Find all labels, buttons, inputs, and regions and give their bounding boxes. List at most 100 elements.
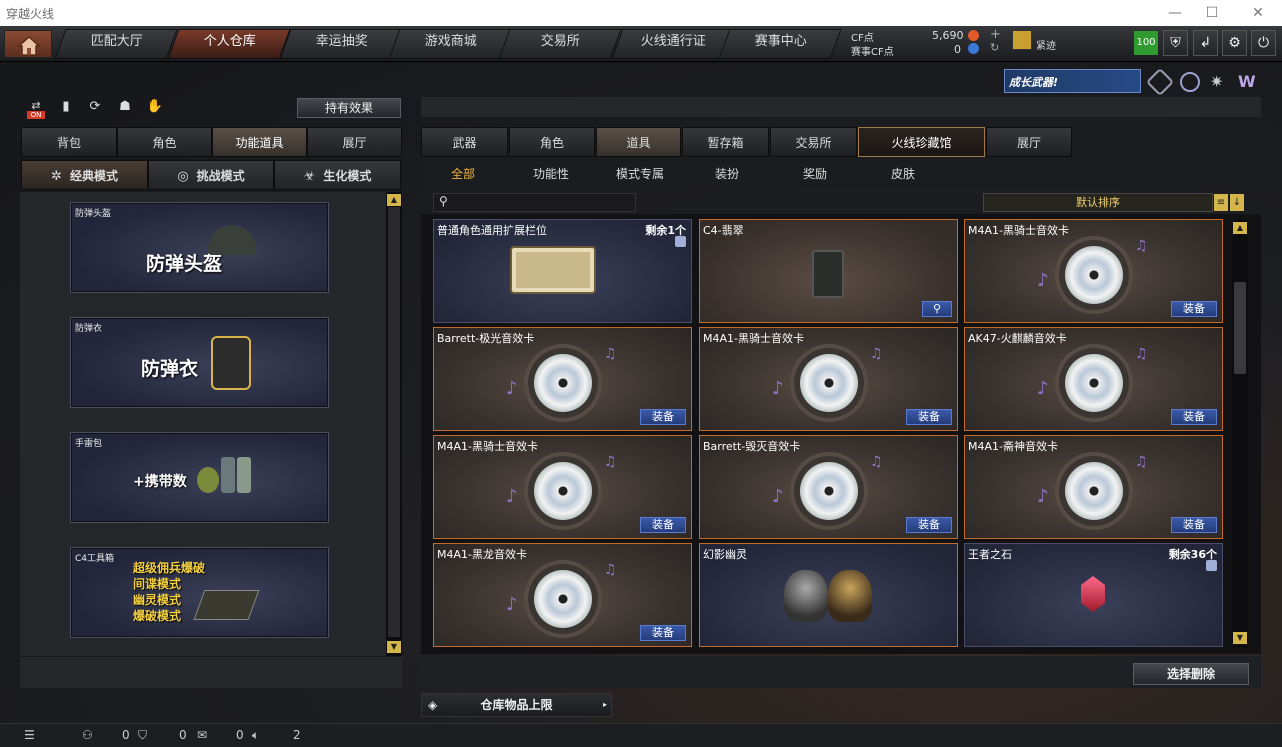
item-card[interactable]: 幻影幽灵 bbox=[699, 543, 958, 647]
minimize-button[interactable]: — bbox=[1165, 3, 1185, 23]
left-scroll-thumb[interactable] bbox=[388, 207, 400, 637]
burst-icon[interactable]: ✷ bbox=[1210, 72, 1230, 92]
promo-banner[interactable]: 成长武器! bbox=[1004, 69, 1141, 93]
refresh-button[interactable]: ↻ bbox=[990, 41, 999, 54]
equip-button[interactable]: 装备 bbox=[906, 517, 952, 533]
title-bar: 穿越火线 — ☐ ✕ bbox=[0, 0, 1282, 26]
right-scroll-up-icon[interactable]: ▲ bbox=[1233, 222, 1247, 234]
item-card[interactable]: 普通角色通用扩展栏位 剩余1个 bbox=[433, 219, 692, 323]
storage-limit-button[interactable]: ◈ 仓库物品上限 ▸ bbox=[421, 693, 612, 717]
equip-button[interactable]: 装备 bbox=[640, 409, 686, 425]
item-card[interactable]: M4A1-黑龙音效卡 ♪ ♫ 装备 bbox=[433, 543, 692, 647]
nav-tab[interactable]: 游戏商城 bbox=[388, 29, 512, 59]
trash-icon[interactable] bbox=[1206, 560, 1217, 571]
shield-icon[interactable]: ⛨ bbox=[1163, 30, 1188, 56]
clan-icon[interactable]: ⛉ bbox=[138, 728, 147, 743]
friends-icon[interactable]: ⚇ bbox=[82, 728, 93, 742]
nav-tab[interactable]: 幸运抽奖 bbox=[279, 29, 403, 59]
equip-button[interactable]: 装备 bbox=[1171, 517, 1217, 533]
nav-tab[interactable]: 交易所 bbox=[498, 29, 622, 59]
subtab[interactable]: 全部 bbox=[451, 165, 475, 182]
nav-tab-label: 赛事中心 bbox=[754, 34, 807, 49]
magnify-icon[interactable]: ⚲ bbox=[922, 301, 952, 317]
home-button[interactable] bbox=[4, 30, 52, 58]
item-card[interactable]: Barrett-极光音效卡 ♪ ♫ 装备 bbox=[433, 327, 692, 431]
power-icon[interactable]: ⏻ bbox=[1251, 30, 1276, 56]
w-logo-icon[interactable]: W bbox=[1238, 72, 1258, 92]
match-cf-value: 0 bbox=[954, 43, 961, 56]
right-tab[interactable]: 暂存箱 bbox=[682, 127, 769, 157]
left-tab[interactable]: 背包 bbox=[21, 127, 117, 157]
stats-icon[interactable]: ▮ bbox=[57, 99, 75, 117]
item-card[interactable]: AK47-火麒麟音效卡 ♪ ♫ 装备 bbox=[964, 327, 1223, 431]
item-name: M4A1-斋神音效卡 bbox=[968, 440, 1058, 453]
c4-card[interactable]: C4工具箱 超级佣兵爆破 间谍模式 幽灵模式 爆破模式 bbox=[70, 547, 329, 638]
grenade-card[interactable]: 手雷包 +携带数 bbox=[70, 432, 329, 523]
chat-icon[interactable]: ✉ bbox=[197, 728, 207, 742]
left-tab[interactable]: 功能道具 bbox=[212, 127, 307, 157]
equip-button[interactable]: 装备 bbox=[906, 409, 952, 425]
item-card[interactable]: 王者之石 剩余36个 bbox=[964, 543, 1223, 647]
menu-icon[interactable]: ☰ bbox=[24, 728, 35, 742]
recycle-icon[interactable]: ⟳ bbox=[86, 99, 104, 117]
back-icon[interactable]: ↲ bbox=[1193, 30, 1218, 56]
equip-button[interactable]: 装备 bbox=[1171, 409, 1217, 425]
nav-tab[interactable]: 火线通行证 bbox=[611, 29, 735, 59]
vest-card[interactable]: 防弹衣 防弹衣 bbox=[70, 317, 329, 408]
scroll-down-icon[interactable]: ▼ bbox=[387, 641, 401, 653]
right-tab[interactable]: 展厅 bbox=[986, 127, 1072, 157]
right-tab[interactable]: 武器 bbox=[421, 127, 508, 157]
right-scroll-thumb[interactable] bbox=[1234, 282, 1246, 374]
mode-label: 生化模式 bbox=[323, 169, 372, 183]
music-note-icon: ♫ bbox=[1135, 238, 1148, 254]
subtab[interactable]: 皮肤 bbox=[891, 165, 915, 182]
subtab[interactable]: 功能性 bbox=[533, 165, 569, 182]
right-tab[interactable]: 道具 bbox=[596, 127, 681, 157]
speaker-icon[interactable]: 🔈︎ bbox=[252, 728, 259, 743]
item-card[interactable]: Barrett-毁灭音效卡 ♪ ♫ 装备 bbox=[699, 435, 958, 539]
mode-tab[interactable]: ◎ 挑战模式 bbox=[148, 160, 274, 190]
delete-select-button[interactable]: 选择删除 bbox=[1133, 663, 1249, 685]
glove-icon[interactable]: ✋ bbox=[146, 99, 164, 117]
add-cf-button[interactable]: + bbox=[990, 27, 1001, 42]
close-button[interactable]: ✕ bbox=[1248, 3, 1268, 23]
item-card[interactable]: M4A1-黑骑士音效卡 ♪ ♫ 装备 bbox=[433, 435, 692, 539]
equip-button[interactable]: 装备 bbox=[1171, 301, 1217, 317]
sort-dropdown[interactable]: 默认排序 bbox=[983, 193, 1213, 212]
nav-tab[interactable]: 匹配大厅 bbox=[54, 29, 178, 59]
subtab[interactable]: 模式专属 bbox=[616, 165, 664, 182]
nav-tab[interactable]: 赛事中心 bbox=[718, 29, 842, 59]
item-card[interactable]: M4A1-斋神音效卡 ♪ ♫ 装备 bbox=[964, 435, 1223, 539]
effect-button[interactable]: 持有效果 bbox=[297, 98, 401, 118]
list-view-icon[interactable]: ≡ bbox=[1214, 194, 1228, 211]
search-input[interactable]: ⚲ bbox=[433, 193, 636, 212]
sort-order-icon[interactable]: ↓ bbox=[1230, 194, 1244, 211]
right-tab[interactable]: 角色 bbox=[509, 127, 595, 157]
helmet-card[interactable]: 防弹头盔 防弹头盔 bbox=[70, 202, 329, 293]
gauge-icon: ◎ bbox=[177, 169, 189, 184]
subtab[interactable]: 装扮 bbox=[715, 165, 739, 182]
nav-tab[interactable]: 个人仓库 bbox=[167, 29, 291, 59]
person-icon[interactable]: ☗ bbox=[116, 99, 134, 117]
maximize-button[interactable]: ☐ bbox=[1202, 3, 1222, 23]
left-tab[interactable]: 展厅 bbox=[307, 127, 402, 157]
right-tab[interactable]: 火线珍藏馆 bbox=[858, 127, 985, 157]
equip-button[interactable]: 装备 bbox=[640, 517, 686, 533]
item-card[interactable]: M4A1-黑骑士音效卡 ♪ ♫ 装备 bbox=[699, 327, 958, 431]
equip-button[interactable]: 装备 bbox=[640, 625, 686, 641]
layers-icon: ◈ bbox=[428, 698, 438, 712]
right-tab[interactable]: 交易所 bbox=[770, 127, 857, 157]
trash-icon[interactable] bbox=[675, 236, 686, 247]
item-card[interactable]: M4A1-黑骑士音效卡 ♪ ♫ 装备 bbox=[964, 219, 1223, 323]
left-tab[interactable]: 角色 bbox=[117, 127, 212, 157]
mode-tab[interactable]: ✲ 经典模式 bbox=[21, 160, 148, 190]
gear-icon[interactable]: ⚙ bbox=[1222, 30, 1247, 56]
scroll-up-icon[interactable]: ▲ bbox=[387, 194, 401, 206]
music-note-icon: ♫ bbox=[870, 454, 883, 470]
item-card[interactable]: C4-翡翠 ⚲ bbox=[699, 219, 958, 323]
target-icon[interactable] bbox=[1180, 72, 1200, 92]
mode-tab[interactable]: ☣ 生化模式 bbox=[274, 160, 401, 190]
right-scroll-down-icon[interactable]: ▼ bbox=[1233, 632, 1247, 644]
subtab[interactable]: 奖励 bbox=[803, 165, 827, 182]
chat-count: 0 bbox=[236, 728, 244, 742]
